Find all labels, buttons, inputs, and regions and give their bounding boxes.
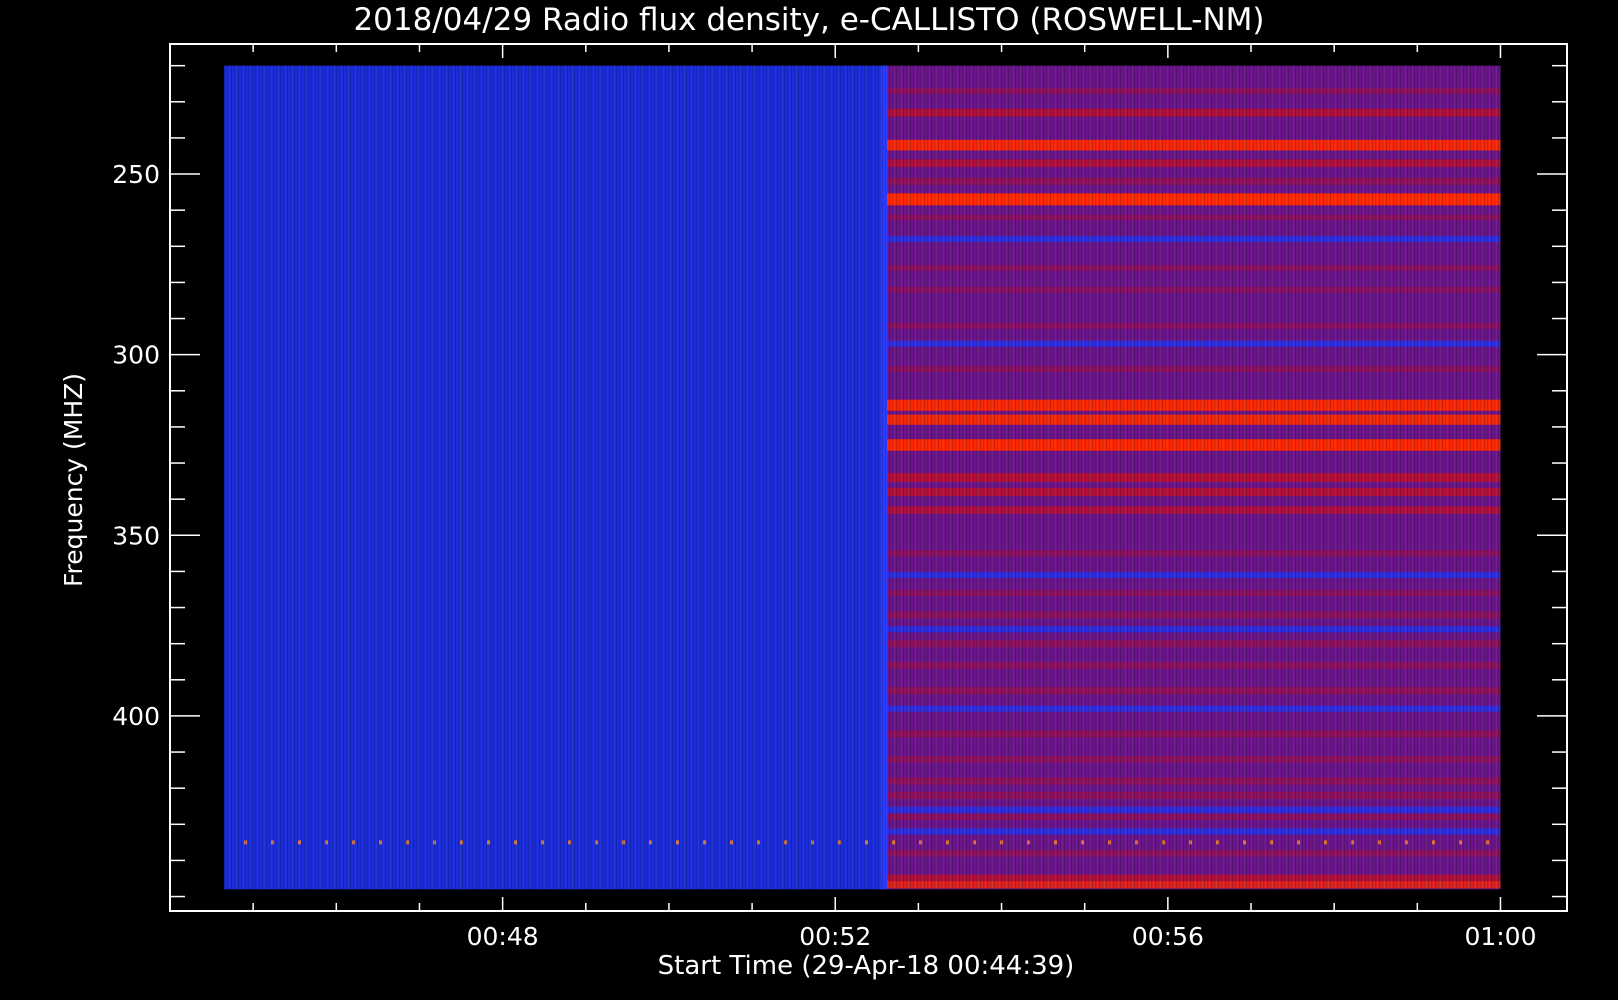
x-tick-label: 01:00: [1464, 922, 1536, 951]
x-axis-label: Start Time (29-Apr-18 00:44:39): [658, 951, 1075, 981]
y-tick-label: 250: [112, 160, 160, 189]
y-tick-label: 350: [112, 521, 160, 550]
y-tick-label: 400: [112, 702, 160, 731]
x-tick-label: 00:48: [467, 922, 539, 951]
spectrogram-chart: 2018/04/29 Radio flux density, e-CALLIST…: [59, 2, 1568, 981]
x-tick-label: 00:52: [799, 922, 871, 951]
heatmap-area: [224, 65, 1501, 890]
y-tick-label: 300: [112, 341, 160, 370]
x-tick-label: 00:56: [1132, 922, 1204, 951]
noise-texture: [224, 65, 1501, 890]
y-axis-label: Frequency (MHZ): [59, 373, 88, 587]
chart-title: 2018/04/29 Radio flux density, e-CALLIST…: [353, 2, 1264, 38]
